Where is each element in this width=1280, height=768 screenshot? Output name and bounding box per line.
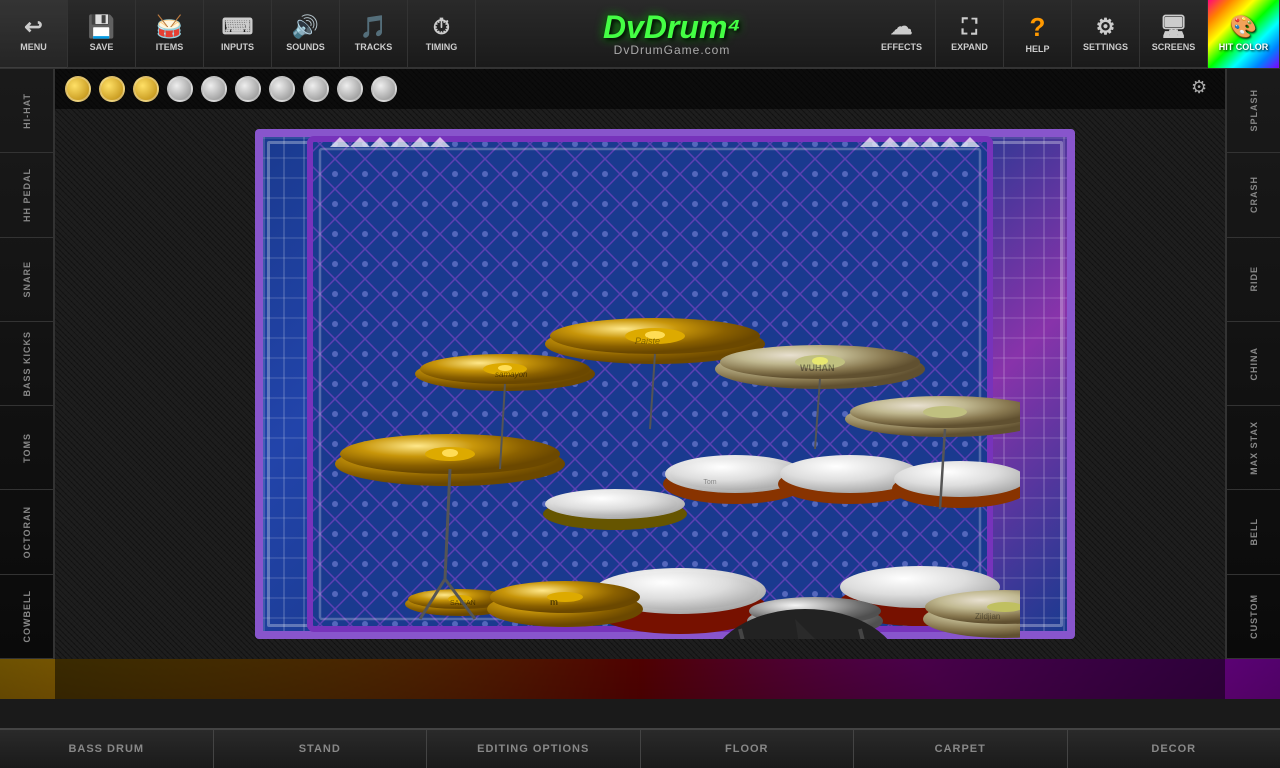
sidebar-item-hi-hat[interactable]: HI-HAT [0, 69, 53, 153]
tracks-icon: 🎵 [360, 16, 387, 38]
sidebar-item-custom[interactable]: CUSTOM [1227, 575, 1280, 659]
floor-section[interactable]: FLOOR [641, 730, 855, 768]
decor-section[interactable]: DECOR [1068, 730, 1280, 768]
drum-kit-svg: samayon Paiste WUHAN Tom [260, 129, 1020, 639]
sidebar-item-toms[interactable]: TOMS [0, 406, 53, 490]
save-icon: 💾 [88, 16, 115, 38]
circle-btn-5[interactable] [201, 76, 227, 102]
settings-button[interactable]: ⚙ SETTINGS [1072, 0, 1140, 68]
carpet-section[interactable]: CARPET [854, 730, 1068, 768]
effects-icon: ☁ [891, 16, 913, 38]
sidebar-item-splash[interactable]: SPLASH [1227, 69, 1280, 153]
toolbar: ↩ MENU 💾 SAVE 🥁 ITEMS ⌨ INPUTS 🔊 SOUNDS … [0, 0, 1280, 69]
sounds-button[interactable]: 🔊 SOUNDS [272, 0, 340, 68]
app-logo: DvDrum⁴ [603, 11, 741, 43]
stand-section[interactable]: STAND [214, 730, 428, 768]
items-icon: 🥁 [156, 16, 183, 38]
circle-btn-4[interactable] [167, 76, 193, 102]
svg-text:m: m [550, 597, 558, 607]
sidebar-item-bass-kicks[interactable]: BASS KICKS [0, 322, 53, 406]
sidebar-item-china[interactable]: CHINA [1227, 322, 1280, 406]
tracks-button[interactable]: 🎵 TRACKS [340, 0, 408, 68]
sounds-icon: 🔊 [292, 16, 319, 38]
timing-button[interactable]: ⏱ TIMING [408, 0, 476, 68]
save-button[interactable]: 💾 SAVE [68, 0, 136, 68]
svg-text:samayon: samayon [495, 370, 528, 379]
sidebar-item-octoran[interactable]: OCTORAN [0, 490, 53, 574]
svg-text:Zildjian: Zildjian [975, 612, 1000, 621]
sidebar-item-crash[interactable]: CRASH [1227, 153, 1280, 237]
editing-options-section[interactable]: EDITING OPTIONS [427, 730, 641, 768]
sidebar-item-snare[interactable]: SNARE [0, 238, 53, 322]
circle-btn-2[interactable] [99, 76, 125, 102]
help-icon: ? [1030, 14, 1046, 40]
circle-btn-7[interactable] [269, 76, 295, 102]
timing-icon: ⏱ [433, 16, 450, 38]
screens-button[interactable]: 🖥 SCREENS [1140, 0, 1208, 68]
inputs-icon: ⌨ [222, 16, 254, 38]
circle-btn-3[interactable] [133, 76, 159, 102]
circle-btn-1[interactable] [65, 76, 91, 102]
top-controls: ⚙ [55, 69, 1225, 109]
circle-btn-9[interactable] [337, 76, 363, 102]
circle-btn-8[interactable] [303, 76, 329, 102]
gear-settings-button[interactable]: ⚙ [1191, 77, 1215, 101]
help-button[interactable]: ? HELP [1004, 0, 1072, 68]
screens-icon: 🖥 [1160, 16, 1188, 38]
expand-icon: ⛶ [962, 16, 977, 38]
menu-button[interactable]: ↩ MENU [0, 0, 68, 68]
sidebar-item-hh-pedal[interactable]: HH PEDAL [0, 153, 53, 237]
main-area: HI-HAT HH PEDAL SNARE BASS KICKS TOMS OC… [0, 69, 1280, 699]
sidebar-item-max-stax[interactable]: MAX STAX [1227, 406, 1280, 490]
expand-button[interactable]: ⛶ EXPAND [936, 0, 1004, 68]
hitcolor-button[interactable]: 🎨 HIT COLOR [1208, 0, 1280, 68]
sidebar-item-cowbell[interactable]: COWBELL [0, 575, 53, 659]
menu-icon: ↩ [24, 16, 42, 38]
inputs-button[interactable]: ⌨ INPUTS [204, 0, 272, 68]
effects-button[interactable]: ☁ EFFECTS [868, 0, 936, 68]
items-button[interactable]: 🥁 ITEMS [136, 0, 204, 68]
svg-text:Paiste: Paiste [635, 336, 660, 346]
bass-drum-section[interactable]: BASS DRUM [0, 730, 214, 768]
drum-kit: samayon Paiste WUHAN Tom [55, 109, 1225, 659]
logo-area: DvDrum⁴ DvDrumGame.com [476, 11, 868, 57]
right-sidebar: SPLASH CRASH RIDE CHINA MAX STAX BELL CU… [1225, 69, 1280, 659]
circle-btn-10[interactable] [371, 76, 397, 102]
left-sidebar: HI-HAT HH PEDAL SNARE BASS KICKS TOMS OC… [0, 69, 55, 659]
sidebar-item-bell[interactable]: BELL [1227, 490, 1280, 574]
svg-text:WUHAN: WUHAN [800, 363, 835, 373]
bottom-bar: BASS DRUM STAND EDITING OPTIONS FLOOR CA… [0, 728, 1280, 768]
circle-btn-6[interactable] [235, 76, 261, 102]
svg-text:Tom: Tom [703, 479, 716, 486]
logo-subtitle: DvDrumGame.com [614, 43, 731, 57]
hitcolor-icon: 🎨 [1230, 16, 1257, 38]
settings-icon: ⚙ [1096, 16, 1116, 38]
main-bottom-bar [55, 659, 1225, 699]
tom-right[interactable] [894, 461, 1020, 497]
sidebar-item-ride[interactable]: RIDE [1227, 238, 1280, 322]
